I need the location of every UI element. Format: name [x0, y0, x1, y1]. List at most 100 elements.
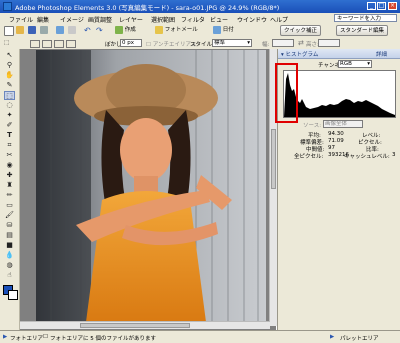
style-value: 標準 — [214, 40, 226, 46]
marquee-tool-icon[interactable]: ⬚ — [4, 40, 9, 46]
highlight-box — [275, 63, 298, 123]
zoom-tool-icon[interactable]: ⚲ — [4, 61, 15, 70]
height-label: 高さ: — [306, 42, 319, 48]
style-select[interactable]: 標準 ▾ — [212, 39, 252, 47]
menu-enhance[interactable]: 画質調整 — [88, 15, 112, 24]
photomail-button[interactable]: フォトメール — [155, 26, 198, 35]
paint-bucket-icon[interactable]: ⛁ — [4, 221, 15, 230]
palette-area-label[interactable]: パレットエリア — [340, 334, 379, 342]
quick-fix-label: クイック補正 — [284, 28, 318, 34]
channel-value: RGB — [340, 61, 352, 67]
intersect-selection-icon[interactable] — [66, 40, 76, 48]
app-icon — [3, 2, 12, 11]
sponge-tool-icon[interactable]: ◍ — [4, 261, 15, 270]
browse-icon[interactable] — [56, 26, 64, 35]
histogram-graph — [283, 70, 396, 118]
brush-tool-icon[interactable]: 🖌 — [4, 211, 15, 220]
move-tool-icon[interactable]: ↖ — [4, 51, 15, 60]
more-options-button[interactable]: 詳細 — [376, 50, 387, 58]
height-input[interactable] — [318, 39, 340, 47]
maximize-button[interactable]: □ — [377, 2, 386, 10]
photomail-label: フォトメール — [164, 27, 198, 33]
menu-view[interactable]: ビュー — [210, 15, 228, 24]
swap-icon[interactable]: ⇄ — [298, 39, 304, 47]
histogram-tab[interactable]: ▾ ヒストグラム — [281, 50, 318, 58]
smudge-tool-icon[interactable]: ☝ — [4, 271, 15, 280]
window-title: Adobe Photoshop Elements 3.0 (写真編集モード) -… — [15, 4, 280, 12]
red-eye-tool-icon[interactable]: ◉ — [4, 161, 15, 170]
mean-value: 94.30 — [328, 131, 344, 137]
shape-tool-icon[interactable]: ■ — [4, 241, 15, 250]
standard-edit-button[interactable]: スタンダード編集 — [336, 25, 389, 36]
shortcuts-toolbar: ↶ ↷ 作成 フォトメール 日付 クイック補正 スタンダード編集 — [0, 24, 400, 39]
width-input[interactable] — [272, 39, 294, 47]
quick-fix-button[interactable]: クイック補正 — [280, 25, 322, 36]
photo-area-label[interactable]: フォトエリア — [10, 334, 43, 342]
standard-edit-label: スタンダード編集 — [340, 28, 385, 34]
add-selection-icon[interactable] — [42, 40, 52, 48]
minimize-button[interactable]: _ — [367, 2, 376, 10]
vertical-scroll-thumb[interactable] — [271, 129, 276, 189]
menu-select[interactable]: 選択範囲 — [151, 15, 175, 24]
subtract-selection-icon[interactable] — [54, 40, 64, 48]
source-select[interactable]: 画像全体 — [323, 120, 363, 128]
organize-icon[interactable] — [68, 26, 76, 35]
menu-edit[interactable]: 編集 — [37, 15, 49, 24]
close-button[interactable]: × — [388, 2, 397, 10]
histogram-shape — [284, 73, 395, 117]
status-bar: ▶ フォトエリア ☐ フォトエリアに 5 個のファイルがあります ▶ パレットエ… — [0, 330, 400, 343]
create-button[interactable]: 作成 — [115, 26, 136, 35]
stddev-value: 71.09 — [328, 138, 344, 144]
eyedropper-tool-icon[interactable]: ✎ — [4, 81, 15, 90]
menu-filter[interactable]: フィルタ — [181, 15, 205, 24]
healing-brush-icon[interactable]: ✚ — [4, 171, 15, 180]
open-file-icon[interactable] — [16, 26, 24, 35]
crop-tool-icon[interactable]: ⌗ — [4, 141, 15, 150]
title-bar: Adobe Photoshop Elements 3.0 (写真編集モード) -… — [0, 0, 400, 13]
print-icon[interactable] — [40, 26, 48, 35]
menu-window[interactable]: ウインドウ — [237, 15, 267, 24]
menu-file[interactable]: ファイル — [9, 15, 33, 24]
type-tool-icon[interactable]: T — [4, 131, 15, 140]
undo-icon[interactable]: ↶ — [84, 26, 91, 35]
marquee-tool-button[interactable]: ⬚ — [4, 91, 15, 100]
help-search-input[interactable]: キーワードを入力 — [334, 14, 397, 22]
photo-area-toggle-icon[interactable]: ▶ — [3, 334, 7, 340]
photo-document[interactable] — [36, 50, 266, 322]
lasso-tool-icon[interactable]: ◌ — [4, 101, 15, 110]
cache-label: キャッシュレベル: — [344, 154, 390, 160]
horizontal-scrollbar[interactable] — [20, 321, 270, 329]
source-label: ソース: — [303, 123, 322, 129]
eraser-tool-icon[interactable]: ▭ — [4, 201, 15, 210]
feather-input[interactable]: 0 px — [120, 39, 142, 47]
cookie-cutter-icon[interactable]: ✂ — [4, 151, 15, 160]
channel-select[interactable]: RGB ▾ — [338, 60, 372, 68]
palette-area-toggle-icon[interactable]: ▶ — [330, 334, 334, 340]
date-label: 日付 — [222, 27, 234, 33]
menu-help[interactable]: ヘルプ — [270, 15, 288, 24]
chevron-down-icon: ▾ — [247, 40, 250, 46]
histogram-panel: ▾ ヒストグラム 詳細 チャンネル: RGB ▾ ソース: 画像全体 平均: 94… — [275, 49, 400, 330]
hand-tool-icon[interactable]: ✋ — [4, 71, 15, 80]
new-selection-icon[interactable] — [30, 40, 40, 48]
photo-image — [36, 50, 266, 322]
save-icon[interactable] — [28, 26, 36, 35]
antialias-checkbox[interactable]: ☐ アンチエイリアス — [146, 40, 196, 48]
new-file-icon[interactable] — [4, 26, 14, 36]
selection-brush-icon[interactable]: ✐ — [4, 121, 15, 130]
horizontal-scroll-thumb[interactable] — [80, 323, 190, 328]
menu-image[interactable]: イメージ — [60, 15, 84, 24]
date-view-button[interactable]: 日付 — [213, 26, 234, 35]
width-label: 幅: — [262, 42, 270, 48]
pencil-tool-icon[interactable]: ✏ — [4, 191, 15, 200]
magic-wand-tool-icon[interactable]: ✦ — [4, 111, 15, 120]
background-color-swatch[interactable] — [8, 290, 18, 300]
menu-layer[interactable]: レイヤー — [119, 15, 143, 24]
create-label: 作成 — [124, 27, 136, 33]
clone-stamp-icon[interactable]: ♜ — [4, 181, 15, 190]
gradient-tool-icon[interactable]: ▤ — [4, 231, 15, 240]
pixels-label: 全ピクセル: — [294, 154, 324, 160]
blur-tool-icon[interactable]: 💧 — [4, 251, 15, 260]
redo-icon[interactable]: ↷ — [96, 26, 103, 35]
photo-area-checkbox[interactable]: ☐ — [43, 334, 48, 340]
